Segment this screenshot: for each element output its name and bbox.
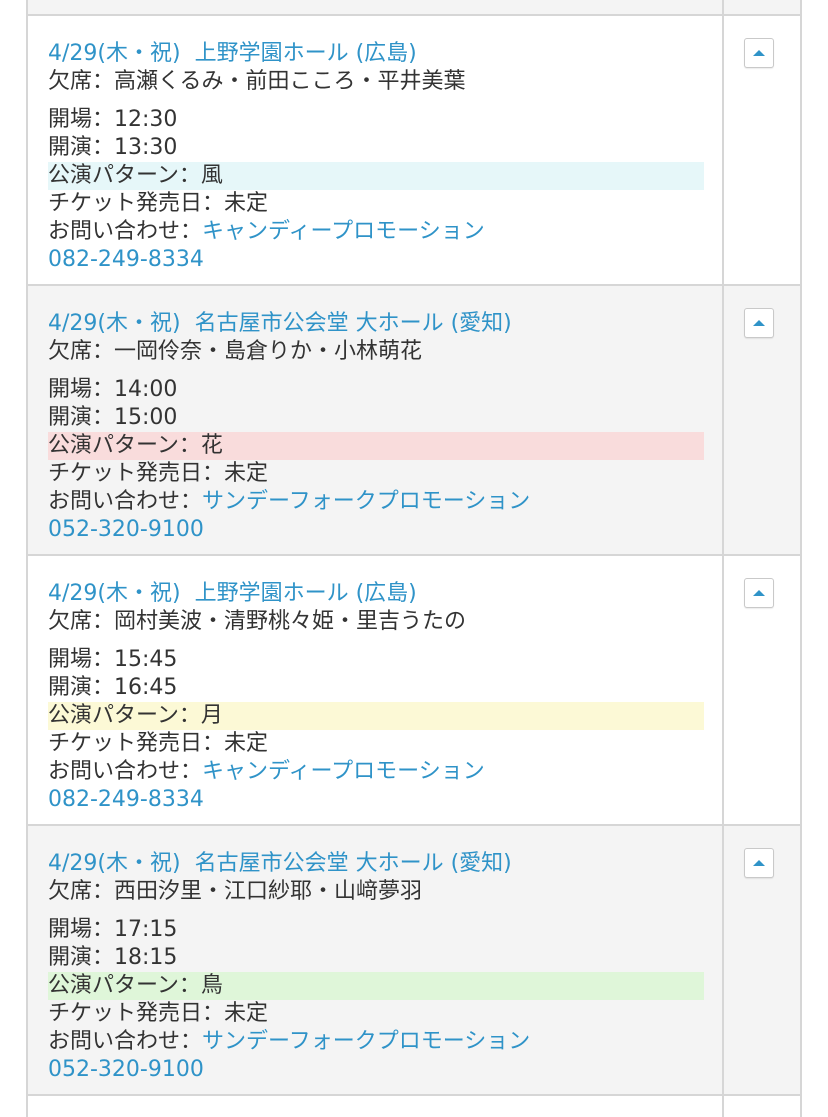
- event-table: 4/29(木・祝) 上野学園ホール (広島) 欠席：高瀬くるみ・前田こころ・平井美…: [26, 0, 802, 1117]
- performance-pattern: 公演パターン：月: [48, 702, 704, 730]
- show-start-time: 開演：15:00: [48, 405, 178, 430]
- cell-side: [724, 1096, 800, 1117]
- doors-open-time: 開場：15:45: [48, 647, 178, 672]
- doors-open-time: 開場：14:00: [48, 377, 178, 402]
- show-start-time: 開演：13:30: [48, 135, 178, 160]
- scroll-to-top-button[interactable]: [744, 848, 774, 878]
- event-date[interactable]: 4/29(木・祝): [48, 581, 181, 606]
- contact-phone-link[interactable]: 052-320-9100: [48, 1056, 702, 1084]
- show-start-time: 開演：18:15: [48, 945, 178, 970]
- event-details: 4/29(木・祝) 名古屋市公会堂 大ホール (愛知) 欠席：一岡伶奈・島倉りか・…: [28, 286, 724, 554]
- event-actions: [724, 286, 800, 554]
- cell-side: [724, 0, 800, 14]
- event-row: 4/29(木・祝) 上野学園ホール (広島) 欠席：岡村美波・清野桃々姫・里吉うた…: [28, 556, 800, 826]
- table-row-partial-bottom: [28, 1096, 800, 1117]
- event-date[interactable]: 4/29(木・祝): [48, 851, 181, 876]
- performance-pattern: 公演パターン：風: [48, 162, 704, 190]
- contact-line: お問い合わせ：サンデーフォークプロモーション: [48, 488, 702, 516]
- contact-phone-link[interactable]: 082-249-8334: [48, 246, 702, 274]
- cell-main: [28, 1096, 724, 1117]
- triangle-up-icon: [753, 860, 765, 866]
- contact-line: お問い合わせ：キャンディープロモーション: [48, 758, 702, 786]
- event-actions: [724, 826, 800, 1094]
- event-title[interactable]: 4/29(木・祝) 名古屋市公会堂 大ホール (愛知): [48, 850, 702, 878]
- absent-members: 欠席：一岡伶奈・島倉りか・小林萌花: [48, 339, 423, 364]
- event-actions: [724, 16, 800, 284]
- contact-label: お問い合わせ：: [48, 1029, 203, 1054]
- contact-phone-link[interactable]: 082-249-8334: [48, 786, 702, 814]
- contact-promoter-link[interactable]: サンデーフォークプロモーション: [202, 489, 530, 514]
- absent-members: 欠席：西田汐里・江口紗耶・山﨑夢羽: [48, 879, 423, 904]
- contact-label: お問い合わせ：: [48, 759, 203, 784]
- absent-members: 欠席：高瀬くるみ・前田こころ・平井美葉: [48, 69, 466, 94]
- event-details: 4/29(木・祝) 上野学園ホール (広島) 欠席：岡村美波・清野桃々姫・里吉うた…: [28, 556, 724, 824]
- scroll-to-top-button[interactable]: [744, 38, 774, 68]
- event-title[interactable]: 4/29(木・祝) 名古屋市公会堂 大ホール (愛知): [48, 310, 702, 338]
- event-venue[interactable]: 名古屋市公会堂 大ホール (愛知): [195, 851, 512, 876]
- event-title[interactable]: 4/29(木・祝) 上野学園ホール (広島): [48, 40, 702, 68]
- event-venue[interactable]: 名古屋市公会堂 大ホール (愛知): [195, 311, 512, 336]
- triangle-up-icon: [753, 320, 765, 326]
- contact-line: お問い合わせ：サンデーフォークプロモーション: [48, 1028, 702, 1056]
- contact-promoter-link[interactable]: キャンディープロモーション: [202, 219, 485, 244]
- table-row-partial-top: [28, 0, 800, 22]
- performance-pattern: 公演パターン：鳥: [48, 972, 704, 1000]
- absent-members: 欠席：岡村美波・清野桃々姫・里吉うたの: [48, 609, 467, 634]
- event-venue[interactable]: 上野学園ホール (広島): [195, 581, 417, 606]
- event-date[interactable]: 4/29(木・祝): [48, 41, 181, 66]
- event-title[interactable]: 4/29(木・祝) 上野学園ホール (広島): [48, 580, 702, 608]
- ticket-release-date: チケット発売日：未定: [48, 1001, 269, 1026]
- event-details: 4/29(木・祝) 上野学園ホール (広島) 欠席：高瀬くるみ・前田こころ・平井美…: [28, 16, 724, 284]
- contact-promoter-link[interactable]: サンデーフォークプロモーション: [202, 1029, 530, 1054]
- contact-line: お問い合わせ：キャンディープロモーション: [48, 218, 702, 246]
- triangle-up-icon: [753, 50, 765, 56]
- contact-label: お問い合わせ：: [48, 489, 203, 514]
- contact-promoter-link[interactable]: キャンディープロモーション: [202, 759, 485, 784]
- event-row: 4/29(木・祝) 名古屋市公会堂 大ホール (愛知) 欠席：一岡伶奈・島倉りか・…: [28, 286, 800, 556]
- contact-phone-link[interactable]: 052-320-9100: [48, 516, 702, 544]
- event-date[interactable]: 4/29(木・祝): [48, 311, 181, 336]
- contact-label: お問い合わせ：: [48, 219, 203, 244]
- ticket-release-date: チケット発売日：未定: [48, 731, 269, 756]
- ticket-release-date: チケット発売日：未定: [48, 191, 269, 216]
- event-row: 4/29(木・祝) 上野学園ホール (広島) 欠席：高瀬くるみ・前田こころ・平井美…: [28, 16, 800, 286]
- performance-pattern: 公演パターン：花: [48, 432, 704, 460]
- triangle-up-icon: [753, 590, 765, 596]
- scroll-to-top-button[interactable]: [744, 308, 774, 338]
- scroll-to-top-button[interactable]: [744, 578, 774, 608]
- ticket-release-date: チケット発売日：未定: [48, 461, 269, 486]
- schedule-page: 4/29(木・祝) 上野学園ホール (広島) 欠席：高瀬くるみ・前田こころ・平井美…: [0, 0, 828, 1117]
- doors-open-time: 開場：17:15: [48, 917, 178, 942]
- event-venue[interactable]: 上野学園ホール (広島): [195, 41, 417, 66]
- show-start-time: 開演：16:45: [48, 675, 178, 700]
- event-row: 4/29(木・祝) 名古屋市公会堂 大ホール (愛知) 欠席：西田汐里・江口紗耶・…: [28, 826, 800, 1096]
- event-details: 4/29(木・祝) 名古屋市公会堂 大ホール (愛知) 欠席：西田汐里・江口紗耶・…: [28, 826, 724, 1094]
- event-actions: [724, 556, 800, 824]
- doors-open-time: 開場：12:30: [48, 107, 178, 132]
